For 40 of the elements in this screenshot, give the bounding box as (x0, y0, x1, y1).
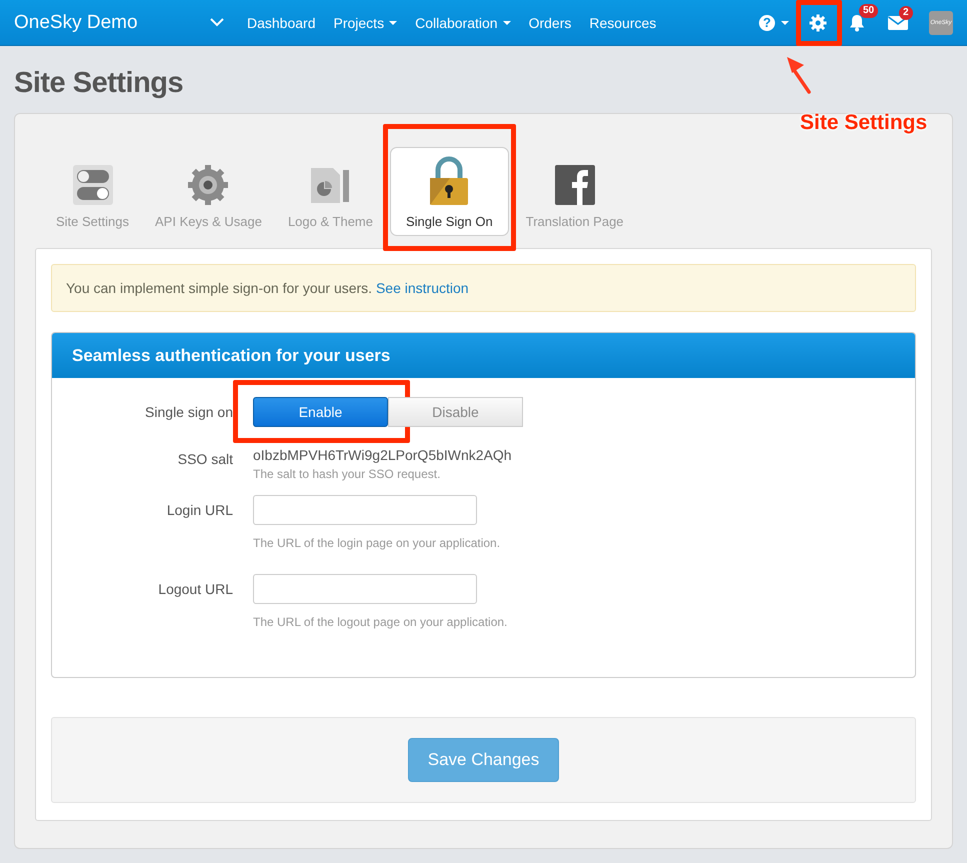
field-label: Single sign on (144, 403, 234, 422)
settings-button[interactable] (809, 14, 827, 32)
help-text: The URL of the login page on your application. (253, 536, 500, 550)
help-text: The salt to hash your SSO request. (253, 467, 442, 481)
nav-link[interactable]: Orders (528, 14, 572, 30)
save-button[interactable]: Save Changes (408, 738, 560, 782)
nav-link[interactable]: Resources (589, 14, 656, 30)
nav-link[interactable]: Collaboration (415, 14, 511, 30)
toggle-option[interactable]: Enable (253, 397, 388, 427)
salt-value: oIbzbMPVH6TrWi9g2LPorQ5bIWnk2AQh (253, 447, 512, 463)
gear-icon (187, 164, 230, 206)
annotation-label: Site Settings (800, 111, 928, 135)
settings-tab[interactable]: Site Settings (47, 150, 138, 236)
notifications-button[interactable] (847, 12, 867, 32)
count-badge: 2 (899, 6, 913, 20)
messages-button[interactable] (887, 14, 909, 30)
field-label: SSO salt (176, 450, 234, 469)
count-badge: 50 (859, 4, 878, 18)
page-title: Site Settings (14, 66, 184, 101)
toggle-option[interactable]: Disable (388, 397, 523, 427)
padlock-icon (428, 156, 470, 206)
panel-header: Seamless authentication for your users (52, 333, 915, 378)
settings-tab[interactable]: API Keys & Usage (146, 150, 271, 236)
nav-link[interactable]: Dashboard (247, 14, 316, 30)
settings-tab[interactable]: Translation Page (516, 150, 633, 236)
brand-logo[interactable]: OneSky Demo (14, 12, 210, 34)
url-input[interactable] (253, 495, 477, 525)
help-text: The URL of the logout page on your application. (253, 615, 508, 629)
nav-link[interactable]: Projects (334, 14, 398, 30)
settings-tab[interactable]: Logo & Theme (278, 150, 382, 236)
settings-tab[interactable]: Single Sign On (390, 147, 509, 236)
instruction-link[interactable]: See instruction (376, 280, 469, 296)
facebook-icon (554, 164, 596, 206)
field-label: Logout URL (157, 580, 234, 599)
toggle-switches-icon (72, 164, 114, 206)
arrow-annotation (785, 56, 813, 94)
field-label: Login URL (166, 501, 234, 520)
chevron-down-icon[interactable] (210, 18, 224, 27)
url-input[interactable] (253, 574, 477, 604)
info-alert: You can implement simple sign-on for your users. See instruction (51, 264, 916, 312)
